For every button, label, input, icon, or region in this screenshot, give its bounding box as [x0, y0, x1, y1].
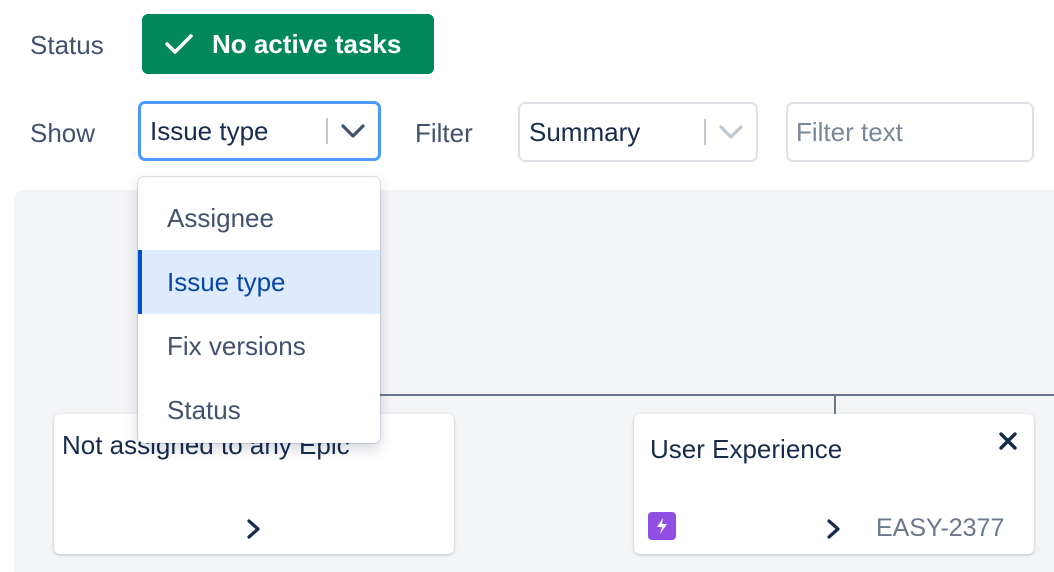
tree-connector: [834, 394, 836, 414]
page: Status No active tasks Show Issue type F…: [0, 0, 1054, 572]
filter-label: Filter: [415, 118, 473, 148]
show-select-value: Issue type: [150, 115, 269, 146]
menu-item-assignee[interactable]: Assignee: [138, 186, 380, 250]
status-badge-text: No active tasks: [212, 28, 402, 59]
tree-connector: [380, 394, 1054, 396]
issue-key: EASY-2377: [876, 514, 1005, 542]
card-title: User Experience: [650, 434, 843, 464]
show-dropdown-menu: Assignee Issue type Fix versions Status: [138, 177, 380, 443]
filter-field-value: Summary: [529, 116, 641, 147]
filter-field-select[interactable]: Summary: [518, 102, 758, 162]
show-label: Show: [30, 118, 96, 148]
show-select[interactable]: Issue type: [138, 101, 381, 161]
menu-item-fix-versions[interactable]: Fix versions: [138, 314, 380, 378]
check-icon: [165, 34, 193, 54]
menu-item-status[interactable]: Status: [138, 378, 380, 442]
epic-icon: [648, 512, 676, 540]
status-badge: No active tasks: [142, 14, 434, 74]
menu-item-issue-type[interactable]: Issue type: [138, 250, 380, 314]
status-label: Status: [30, 30, 104, 60]
chevron-right-icon[interactable]: [246, 518, 262, 545]
close-icon[interactable]: [998, 431, 1018, 456]
filter-text-input[interactable]: [788, 104, 1032, 160]
filter-text-input-wrapper: [786, 102, 1034, 162]
chevron-down-icon[interactable]: [328, 123, 378, 139]
chevron-down-icon[interactable]: [706, 124, 756, 140]
epic-card[interactable]: User Experience EASY-2377: [634, 414, 1034, 554]
chevron-right-icon[interactable]: [826, 518, 842, 545]
